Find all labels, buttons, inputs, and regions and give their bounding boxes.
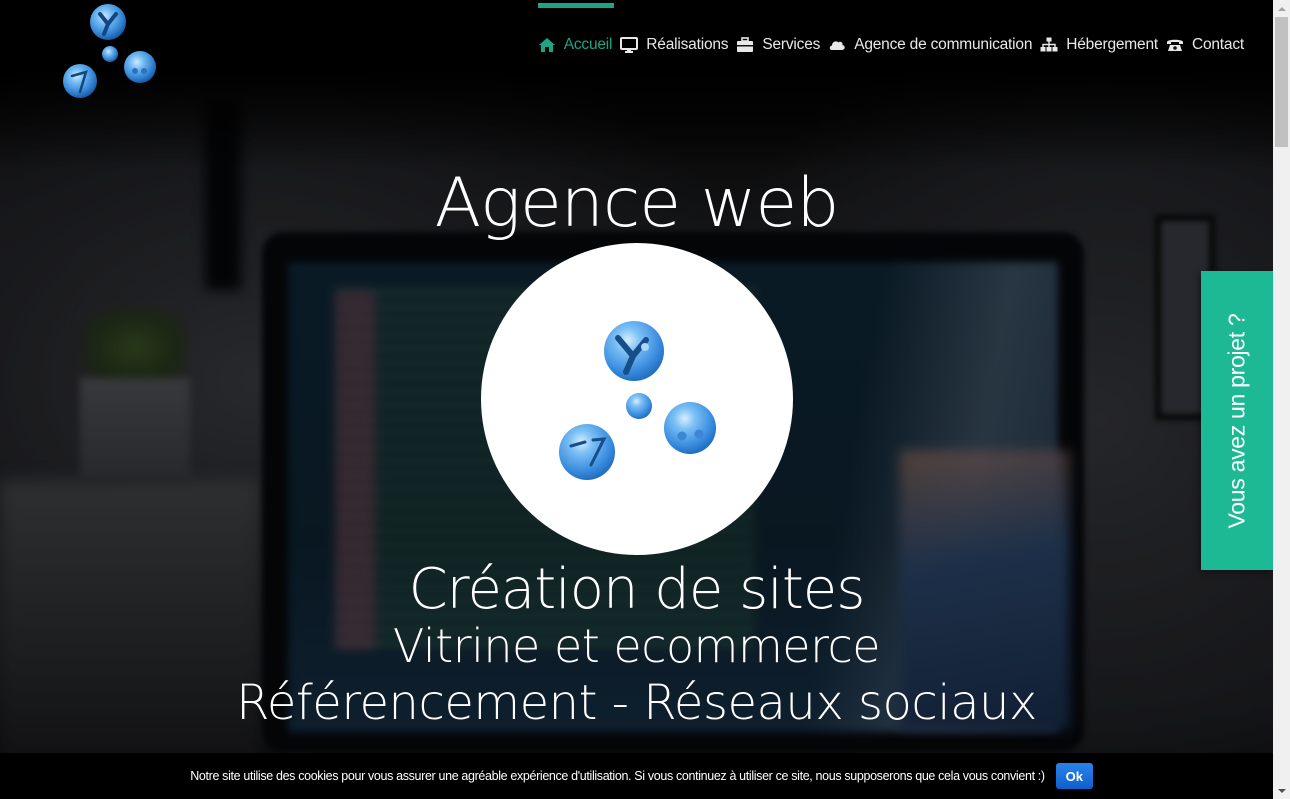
- scroll-up-button[interactable]: [1273, 0, 1290, 17]
- arrow-up-icon: [1277, 6, 1286, 11]
- nav-item-services[interactable]: Services: [736, 36, 820, 54]
- project-side-tab[interactable]: Vous avez un projet ?: [1201, 271, 1273, 570]
- nav-item-realisations[interactable]: Réalisations: [620, 36, 729, 54]
- logo-spheres-icon: [63, 4, 156, 98]
- hero-logo-circle: [481, 243, 793, 555]
- cookie-ok-button[interactable]: Ok: [1055, 763, 1093, 789]
- header-fade: [0, 0, 1273, 170]
- page-scrollbar[interactable]: [1273, 0, 1290, 799]
- hero-line-creation: Création de sites: [408, 557, 866, 622]
- nav-label: Services: [762, 36, 821, 53]
- nav-label: Contact: [1191, 36, 1244, 53]
- nav-item-contact[interactable]: Contact: [1166, 36, 1244, 54]
- sitemap-icon: [1040, 37, 1058, 52]
- desktop-icon: [620, 37, 639, 53]
- hero-title: Agence web: [434, 164, 840, 243]
- nav-label: Réalisations: [646, 36, 729, 53]
- scroll-down-button[interactable]: [1273, 782, 1290, 799]
- site-logo[interactable]: [58, 2, 162, 102]
- hero-line-referencement: Référencement - Réseaux sociaux: [236, 675, 1037, 731]
- nav-item-hebergement[interactable]: Hébergement: [1040, 36, 1158, 54]
- nav-label: Accueil: [563, 36, 613, 53]
- cloud-icon: [829, 41, 845, 50]
- home-icon: [538, 38, 555, 52]
- nav-label: Hébergement: [1066, 36, 1158, 53]
- briefcase-icon: [737, 37, 754, 52]
- cookie-bar: Notre site utilise des cookies pour vous…: [0, 753, 1273, 799]
- nav-item-accueil[interactable]: Accueil: [537, 3, 614, 54]
- nav-label: Agence de communication: [854, 36, 1033, 53]
- scrollbar-thumb[interactable]: [1275, 17, 1288, 147]
- project-side-tab-label: Vous avez un projet ?: [1223, 313, 1250, 528]
- hero-line-vitrine: Vitrine et ecommerce: [392, 619, 881, 673]
- spheres-logo-icon: [559, 321, 716, 480]
- main-nav: Accueil Réalisations Services Agence de …: [530, 3, 1244, 57]
- cookie-message: Notre site utilise des cookies pour vous…: [190, 769, 1045, 783]
- nav-item-agence-communication[interactable]: Agence de communication: [828, 36, 1032, 54]
- arrow-down-icon: [1277, 788, 1286, 793]
- phone-icon: [1166, 39, 1183, 51]
